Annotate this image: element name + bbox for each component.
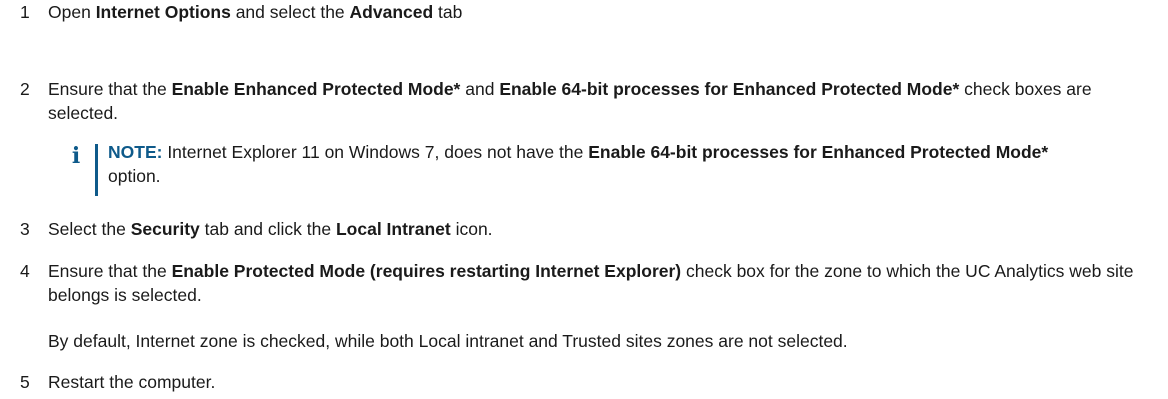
note-label: NOTE:	[108, 142, 163, 162]
step-number: 1	[20, 2, 30, 22]
step-text: Ensure that the Enable Protected Mode (r…	[48, 261, 1134, 305]
note-text: NOTE: Internet Explorer 11 on Windows 7,…	[108, 142, 1049, 186]
step-text: Open Internet Options and select the Adv…	[48, 2, 463, 22]
step-1: 1 Open Internet Options and select the A…	[0, 0, 1148, 24]
step-4-paragraph: By default, Internet zone is checked, wh…	[48, 331, 848, 351]
ui-term-64bit-processes: Enable 64-bit processes for Enhanced Pro…	[499, 79, 960, 99]
step-text: Restart the computer.	[48, 372, 216, 392]
step-number: 2	[20, 79, 30, 99]
info-icon: i	[71, 143, 81, 169]
step-3: 3 Select the Security tab and click the …	[0, 217, 1148, 241]
step-2: 2 Ensure that the Enable Enhanced Protec…	[0, 77, 1148, 125]
step-4: 4 Ensure that the Enable Protected Mode …	[0, 259, 1148, 307]
step-text: Ensure that the Enable Enhanced Protecte…	[48, 79, 1092, 123]
ui-term-64bit-processes: Enable 64-bit processes for Enhanced Pro…	[588, 142, 1049, 162]
step-text: Select the Security tab and click the Lo…	[48, 219, 493, 239]
step-number: 3	[20, 219, 30, 239]
ui-term-enable-protected-mode: Enable Protected Mode (requires restarti…	[171, 261, 682, 281]
note-divider	[95, 144, 98, 196]
step-number: 5	[20, 372, 30, 392]
ui-term-security: Security	[130, 219, 200, 239]
step-5: 5 Restart the computer.	[0, 370, 1148, 394]
ui-term-local-intranet: Local Intranet	[335, 219, 451, 239]
step-number: 4	[20, 261, 30, 281]
note-box: i NOTE: Internet Explorer 11 on Windows …	[68, 140, 1068, 198]
ui-term-enhanced-protected-mode: Enable Enhanced Protected Mode*	[171, 79, 461, 99]
ui-term-internet-options: Internet Options	[95, 2, 231, 22]
ui-term-advanced: Advanced	[349, 2, 434, 22]
